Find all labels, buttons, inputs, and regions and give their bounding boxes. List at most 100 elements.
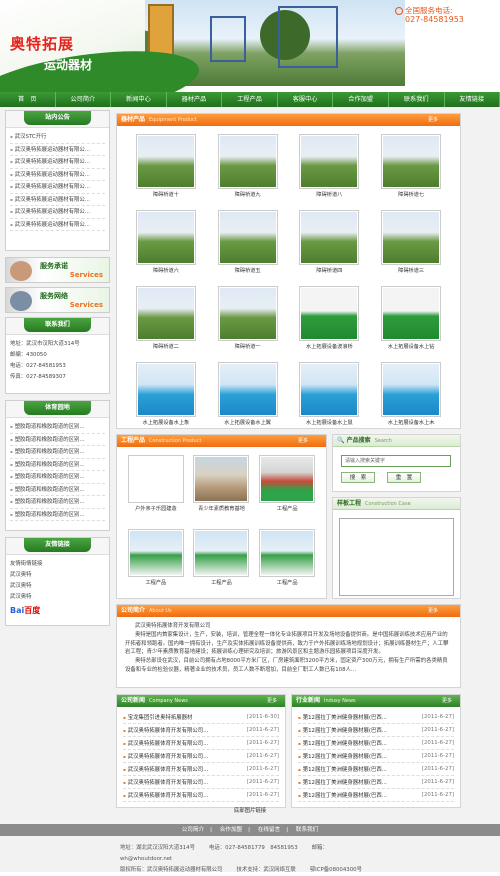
about-more-link[interactable]: 更多 bbox=[428, 605, 438, 617]
product-card[interactable]: 障碍桥道三 bbox=[370, 210, 452, 282]
construction-card[interactable]: 工程产品 bbox=[123, 529, 189, 597]
news-item[interactable]: 宝龙集团引进奥特拓展器材[2011-6-30] bbox=[123, 711, 279, 724]
product-name: 水上拓展设备水上翼 bbox=[207, 420, 289, 427]
nav-about[interactable]: 公司简介 bbox=[56, 92, 112, 107]
nav-equipment[interactable]: 器材产品 bbox=[167, 92, 223, 107]
news-title: 武汉奥特拓展体育开发有限公司... bbox=[123, 737, 208, 749]
footer-nav-message[interactable]: 在线留言 bbox=[258, 827, 280, 833]
news-item[interactable]: 武汉奥特拓展体育开发有限公司...[2011-6-27] bbox=[123, 737, 279, 750]
search-title-en: Search bbox=[375, 438, 392, 444]
news-item[interactable]: 第12届拉丁美洲健身器材展(巴西...[2011-6-27] bbox=[298, 724, 454, 737]
construction-more-link[interactable]: 更多 bbox=[298, 435, 308, 447]
footer-nav-join[interactable]: 合作加盟 bbox=[220, 827, 242, 833]
footer-nav: 公司简介| 合作加盟| 在线留言| 联系我们 bbox=[0, 824, 500, 836]
nav-service[interactable]: 客服中心 bbox=[278, 92, 334, 107]
friend-link[interactable]: 武汉奥特 bbox=[10, 592, 105, 603]
nav-contact[interactable]: 联系我们 bbox=[389, 92, 445, 107]
construction-card[interactable]: 工程产品 bbox=[189, 529, 255, 597]
product-card[interactable]: 水上拓展设备水上鼠 bbox=[289, 362, 371, 434]
notice-item[interactable]: 武汉奥特拓展运动器材有限公... bbox=[10, 219, 105, 232]
sports-item[interactable]: 塑胶跑道和橡胶跑道的区别... bbox=[10, 496, 105, 509]
baidu-logo-link[interactable]: Bai百度 bbox=[10, 605, 105, 616]
news-item[interactable]: 第12届拉丁美洲健身器材展(巴西...[2011-6-27] bbox=[298, 750, 454, 763]
news-item[interactable]: 武汉奥特拓展体育开发有限公司...[2011-6-27] bbox=[123, 763, 279, 776]
service-network-banner[interactable]: 服务网络 Services bbox=[5, 287, 110, 313]
product-card[interactable]: 障碍桥道八 bbox=[289, 134, 371, 206]
product-card[interactable]: 障碍桥道五 bbox=[207, 210, 289, 282]
nav-home[interactable]: 首 页 bbox=[0, 92, 56, 107]
product-card[interactable]: 水上拓展设备水上象 bbox=[125, 362, 207, 434]
news-item[interactable]: 第12届拉丁美洲健身器材展(巴西...[2011-6-27] bbox=[298, 763, 454, 776]
news-date: [2011-6-27] bbox=[422, 724, 454, 736]
friend-link[interactable]: 武汉奥特 bbox=[10, 581, 105, 592]
company-news-more[interactable]: 更多 bbox=[267, 695, 277, 707]
notice-item[interactable]: 武汉STC开行 bbox=[10, 131, 105, 144]
sports-item[interactable]: 塑胶跑道和橡胶跑道的区别... bbox=[10, 484, 105, 497]
hotline-number: 027-84581953 bbox=[405, 15, 464, 24]
footer-image-links[interactable]: 底部图片链接 bbox=[0, 808, 500, 816]
product-name: 水上拓展设备波浪桥 bbox=[289, 344, 371, 351]
nav-links[interactable]: 友情链接 bbox=[445, 92, 500, 107]
sports-item[interactable]: 塑胶跑道和橡胶跑道的区别... bbox=[10, 509, 105, 522]
friend-link[interactable]: 武汉奥特 bbox=[10, 570, 105, 581]
product-name: 障碍桥道三 bbox=[370, 268, 452, 275]
sports-box: 体育园地 塑胶跑道和橡胶跑道的区别... 塑胶跑道和橡胶跑道的区别... 塑胶跑… bbox=[5, 400, 110, 531]
sports-item[interactable]: 塑胶跑道和橡胶跑道的区别... bbox=[10, 434, 105, 447]
product-card[interactable]: 障碍桥道九 bbox=[207, 134, 289, 206]
notice-item[interactable]: 武汉奥特拓展运动器材有限公... bbox=[10, 169, 105, 182]
news-item[interactable]: 武汉奥特拓展体育开发有限公司...[2011-6-27] bbox=[123, 750, 279, 763]
news-item[interactable]: 第12届拉丁美洲健身器材展(巴西...[2011-6-27] bbox=[298, 789, 454, 802]
service-promise-banner[interactable]: 服务承诺 Services bbox=[5, 257, 110, 283]
notice-item[interactable]: 武汉奥特拓展运动器材有限公... bbox=[10, 144, 105, 157]
product-card[interactable]: 障碍桥道一 bbox=[207, 286, 289, 358]
reset-button[interactable]: 重 置 bbox=[387, 472, 421, 483]
footer-nav-contact[interactable]: 联系我们 bbox=[296, 827, 318, 833]
footer-phone: 电话：027-84581779 84581953 bbox=[209, 845, 298, 851]
friend-link[interactable]: 友情街情链接 bbox=[10, 559, 105, 570]
product-card[interactable]: 障碍桥道七 bbox=[370, 134, 452, 206]
product-card[interactable]: 水上拓展设备波浪桥 bbox=[289, 286, 371, 358]
search-input[interactable]: 请输入搜索关键字 bbox=[341, 455, 451, 467]
news-date: [2011-6-27] bbox=[247, 763, 279, 775]
news-item[interactable]: 武汉奥特拓展体育开发有限公司...[2011-6-27] bbox=[123, 724, 279, 737]
equipment-more-link[interactable]: 更多 bbox=[428, 114, 438, 126]
sports-item[interactable]: 塑胶跑道和橡胶跑道的区别... bbox=[10, 471, 105, 484]
logo[interactable]: 奥特拓展 运动器材 bbox=[0, 0, 145, 92]
construction-card[interactable]: 户外亲子乐园建造 bbox=[123, 455, 189, 523]
footer-copyright: 版权所有：武汉奥特拓展运动器材有限公司 bbox=[120, 867, 222, 873]
news-item[interactable]: 第12届拉丁美洲健身器材展(巴西...[2011-6-27] bbox=[298, 711, 454, 724]
product-card[interactable]: 障碍桥道四 bbox=[289, 210, 371, 282]
product-card[interactable]: 障碍桥道二 bbox=[125, 286, 207, 358]
product-card[interactable]: 障碍桥道六 bbox=[125, 210, 207, 282]
cases-image-box[interactable] bbox=[339, 518, 454, 596]
news-date: [2011-6-27] bbox=[422, 737, 454, 749]
about-title: 公司简介 bbox=[121, 607, 145, 614]
nav-join[interactable]: 合作加盟 bbox=[333, 92, 389, 107]
notice-item[interactable]: 武汉奥特拓展运动器材有限公... bbox=[10, 194, 105, 207]
product-card[interactable]: 水上拓展设备水上翼 bbox=[207, 362, 289, 434]
product-image bbox=[299, 134, 359, 189]
notice-item[interactable]: 武汉奥特拓展运动器材有限公... bbox=[10, 206, 105, 219]
news-item[interactable]: 武汉奥特拓展体育开发有限公司...[2011-6-27] bbox=[123, 789, 279, 802]
sports-item[interactable]: 塑胶跑道和橡胶跑道的区别... bbox=[10, 446, 105, 459]
footer-nav-about[interactable]: 公司简介 bbox=[182, 827, 204, 833]
header: 奥特拓展 运动器材 全国服务电话: 027-84581953 bbox=[0, 0, 500, 92]
sports-item[interactable]: 塑胶跑道和橡胶跑道的区别... bbox=[10, 421, 105, 434]
product-card[interactable]: 水上拓展设备水上木 bbox=[370, 362, 452, 434]
news-item[interactable]: 武汉奥特拓展体育开发有限公司...[2011-6-27] bbox=[123, 776, 279, 789]
nav-engineering[interactable]: 工程产品 bbox=[222, 92, 278, 107]
news-item[interactable]: 第12届拉丁美洲健身器材展(巴西...[2011-6-27] bbox=[298, 776, 454, 789]
industry-news-more[interactable]: 更多 bbox=[442, 695, 452, 707]
construction-card[interactable]: 工程产品 bbox=[254, 529, 320, 597]
sports-item[interactable]: 塑胶跑道和橡胶跑道的区别... bbox=[10, 459, 105, 472]
product-card[interactable]: 水上拓展设备水上钻 bbox=[370, 286, 452, 358]
product-card[interactable]: 障碍桥道十 bbox=[125, 134, 207, 206]
notice-item[interactable]: 武汉奥特拓展运动器材有限公... bbox=[10, 181, 105, 194]
nav-news[interactable]: 新闻中心 bbox=[111, 92, 167, 107]
construction-card[interactable]: 青少年素质教育基地 bbox=[189, 455, 255, 523]
product-image bbox=[381, 362, 441, 417]
news-item[interactable]: 第12届拉丁美洲健身器材展(巴西...[2011-6-27] bbox=[298, 737, 454, 750]
construction-card[interactable]: 工程产品 bbox=[254, 455, 320, 523]
search-button[interactable]: 搜 索 bbox=[341, 472, 375, 483]
notice-item[interactable]: 武汉奥特拓展运动器材有限公... bbox=[10, 156, 105, 169]
